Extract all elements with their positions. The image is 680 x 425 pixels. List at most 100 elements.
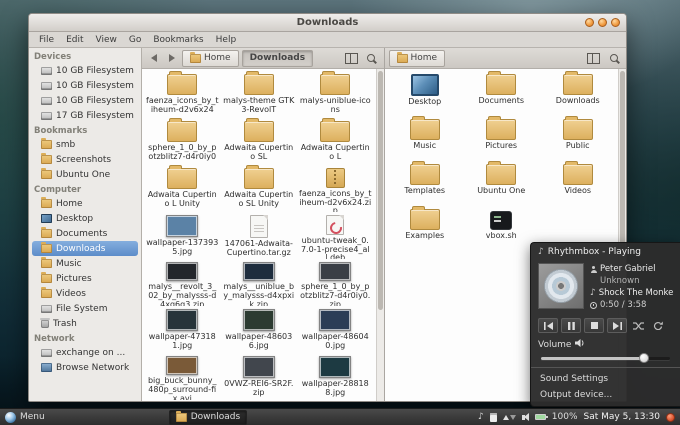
breadcrumb-current[interactable]: Downloads bbox=[241, 49, 314, 67]
sidebar-item[interactable]: Downloads bbox=[32, 241, 138, 256]
breadcrumb-home[interactable]: Home bbox=[182, 49, 239, 67]
close-button[interactable] bbox=[611, 18, 620, 27]
breadcrumb-home-right[interactable]: Home bbox=[388, 49, 446, 67]
sidebar-item[interactable]: File System bbox=[29, 301, 141, 316]
scrollbar-thumb[interactable] bbox=[377, 71, 383, 311]
next-button[interactable] bbox=[607, 318, 627, 333]
file-item[interactable]: Pictures bbox=[463, 116, 540, 161]
file-item[interactable]: faenza_icons_by_tiheum-d2v6x24 bbox=[144, 71, 221, 118]
file-item[interactable]: wallpaper-486036.jpg bbox=[221, 306, 298, 353]
artist-name: Peter Gabriel bbox=[600, 264, 656, 274]
file-item[interactable]: malys__revolt_3_02_by_malysss-d4xq6q3.zi… bbox=[144, 259, 221, 306]
split-view-icon[interactable] bbox=[585, 51, 602, 66]
file-item[interactable]: ubuntu-tweak_0.7.0-1-precise4_all.deb bbox=[297, 212, 374, 259]
menu-button[interactable]: Menu bbox=[5, 411, 45, 423]
home-icon bbox=[190, 51, 201, 63]
menu-item[interactable]: Bookmarks bbox=[147, 35, 209, 45]
sidebar-item[interactable]: Ubuntu One bbox=[29, 167, 141, 182]
network-icon[interactable] bbox=[502, 414, 516, 420]
sidebar-item-label: Home bbox=[56, 198, 83, 209]
clock[interactable]: Sat May 5, 13:30 bbox=[584, 412, 660, 422]
scrollbar-thumb[interactable] bbox=[620, 71, 625, 254]
minimize-button[interactable] bbox=[585, 18, 594, 27]
file-item[interactable]: malys__uniblue_by_malysss-d4xpxik.zip bbox=[221, 259, 298, 306]
home-icon bbox=[396, 51, 408, 63]
power-icon[interactable] bbox=[666, 412, 675, 422]
menu-item[interactable]: View bbox=[90, 35, 123, 45]
file-item[interactable]: Examples bbox=[387, 206, 464, 251]
sidebar-item[interactable]: smb bbox=[29, 137, 141, 152]
file-item[interactable]: Public bbox=[540, 116, 617, 161]
sidebar-item[interactable]: 17 GB Filesystem bbox=[29, 108, 141, 123]
menu-item[interactable]: Go bbox=[123, 35, 147, 45]
volume-handle[interactable] bbox=[639, 353, 650, 363]
split-view-icon[interactable] bbox=[343, 51, 360, 66]
file-item[interactable]: Videos bbox=[540, 161, 617, 206]
forward-icon bbox=[168, 54, 175, 62]
sidebar-devices-list: 10 GB Filesystem 10 GB Filesystem 10 GB … bbox=[29, 63, 141, 123]
sidebar-item[interactable]: exchange on ... bbox=[29, 345, 141, 360]
left-pane-scrollbar[interactable] bbox=[375, 69, 384, 401]
file-item[interactable]: faenza_icons_by_tiheum-d2v6x24.zip bbox=[297, 165, 374, 212]
taskbar-item-downloads[interactable]: Downloads bbox=[168, 409, 248, 425]
volume-icon[interactable] bbox=[521, 412, 529, 421]
sidebar-item-icon bbox=[41, 67, 52, 75]
file-item[interactable]: wallpaper-486040.jpg bbox=[297, 306, 374, 353]
file-item[interactable]: Documents bbox=[463, 71, 540, 116]
file-item[interactable]: Ubuntu One bbox=[463, 161, 540, 206]
sidebar-item[interactable]: Music bbox=[29, 256, 141, 271]
menu-item[interactable]: Help bbox=[210, 35, 243, 45]
file-item[interactable]: Adwaita Cupertino SL Unity bbox=[221, 165, 298, 212]
file-icon bbox=[562, 161, 593, 185]
repeat-icon[interactable] bbox=[650, 319, 665, 333]
sidebar-item[interactable]: 10 GB Filesystem bbox=[29, 93, 141, 108]
file-item[interactable]: sphere_1_0_by_potzblitz7-d4r0iy0 bbox=[144, 118, 221, 165]
maximize-button[interactable] bbox=[598, 18, 607, 27]
popup-menu-item[interactable]: Output device... bbox=[531, 387, 680, 403]
file-item[interactable]: 0VWZ-REI6-SR2F.zip bbox=[221, 353, 298, 400]
forward-button[interactable] bbox=[164, 51, 179, 66]
battery-icon[interactable] bbox=[534, 414, 548, 420]
file-item[interactable]: 147061-Adwaita-Cupertino.tar.gz bbox=[221, 212, 298, 259]
titlebar[interactable]: Downloads bbox=[29, 14, 626, 32]
file-item[interactable]: wallpaper-473181.jpg bbox=[144, 306, 221, 353]
file-item[interactable]: wallpaper-288188.jpg bbox=[297, 353, 374, 400]
file-item[interactable]: Adwaita Cupertino L Unity bbox=[144, 165, 221, 212]
search-icon[interactable] bbox=[605, 51, 622, 66]
sidebar-item[interactable]: Home bbox=[29, 196, 141, 211]
menu-item[interactable]: File bbox=[33, 35, 60, 45]
menu-item[interactable]: Edit bbox=[60, 35, 89, 45]
file-item[interactable]: Adwaita Cupertino SL bbox=[221, 118, 298, 165]
file-item[interactable]: sphere_1_0_by_potzblitz7-d4r0iy0.zip bbox=[297, 259, 374, 306]
sidebar-item[interactable]: Pictures bbox=[29, 271, 141, 286]
file-item[interactable]: wallpaper-1373935.jpg bbox=[144, 212, 221, 259]
file-item[interactable]: Adwaita Cupertino L bbox=[297, 118, 374, 165]
sidebar-item[interactable]: Documents bbox=[29, 226, 141, 241]
back-button[interactable] bbox=[146, 51, 161, 66]
file-item[interactable]: big_buck_bunny_480p_surround-fix.avi bbox=[144, 353, 221, 400]
search-icon[interactable] bbox=[363, 51, 380, 66]
desktop: Downloads File Edit View Go Bookmarks Help De… bbox=[0, 0, 680, 425]
previous-button[interactable] bbox=[538, 318, 558, 333]
file-item[interactable]: Templates bbox=[387, 161, 464, 206]
sidebar-item[interactable]: Videos bbox=[29, 286, 141, 301]
sidebar-item[interactable]: Desktop bbox=[29, 211, 141, 226]
file-item[interactable]: Desktop bbox=[387, 71, 464, 116]
sidebar-item[interactable]: 10 GB Filesystem bbox=[29, 63, 141, 78]
file-item[interactable]: Music bbox=[387, 116, 464, 161]
file-item[interactable]: vbox.sh bbox=[463, 206, 540, 251]
file-item[interactable]: malys-uniblue-icons bbox=[297, 71, 374, 118]
sidebar-item[interactable]: Browse Network bbox=[29, 360, 141, 375]
sidebar-item[interactable]: Trash bbox=[29, 316, 141, 331]
file-item[interactable]: Downloads bbox=[540, 71, 617, 116]
pause-button[interactable] bbox=[561, 318, 581, 333]
rhythmbox-tray-icon[interactable] bbox=[478, 412, 484, 422]
popup-menu-item[interactable]: Sound Settings bbox=[531, 371, 680, 387]
clipboard-icon[interactable] bbox=[489, 412, 497, 422]
stop-button[interactable] bbox=[584, 318, 604, 333]
file-item[interactable]: malys-theme GTK3-RevolT bbox=[221, 71, 298, 118]
sidebar-item[interactable]: Screenshots bbox=[29, 152, 141, 167]
volume-slider[interactable] bbox=[541, 352, 670, 364]
sidebar-item[interactable]: 10 GB Filesystem bbox=[29, 78, 141, 93]
shuffle-icon[interactable] bbox=[631, 319, 646, 333]
